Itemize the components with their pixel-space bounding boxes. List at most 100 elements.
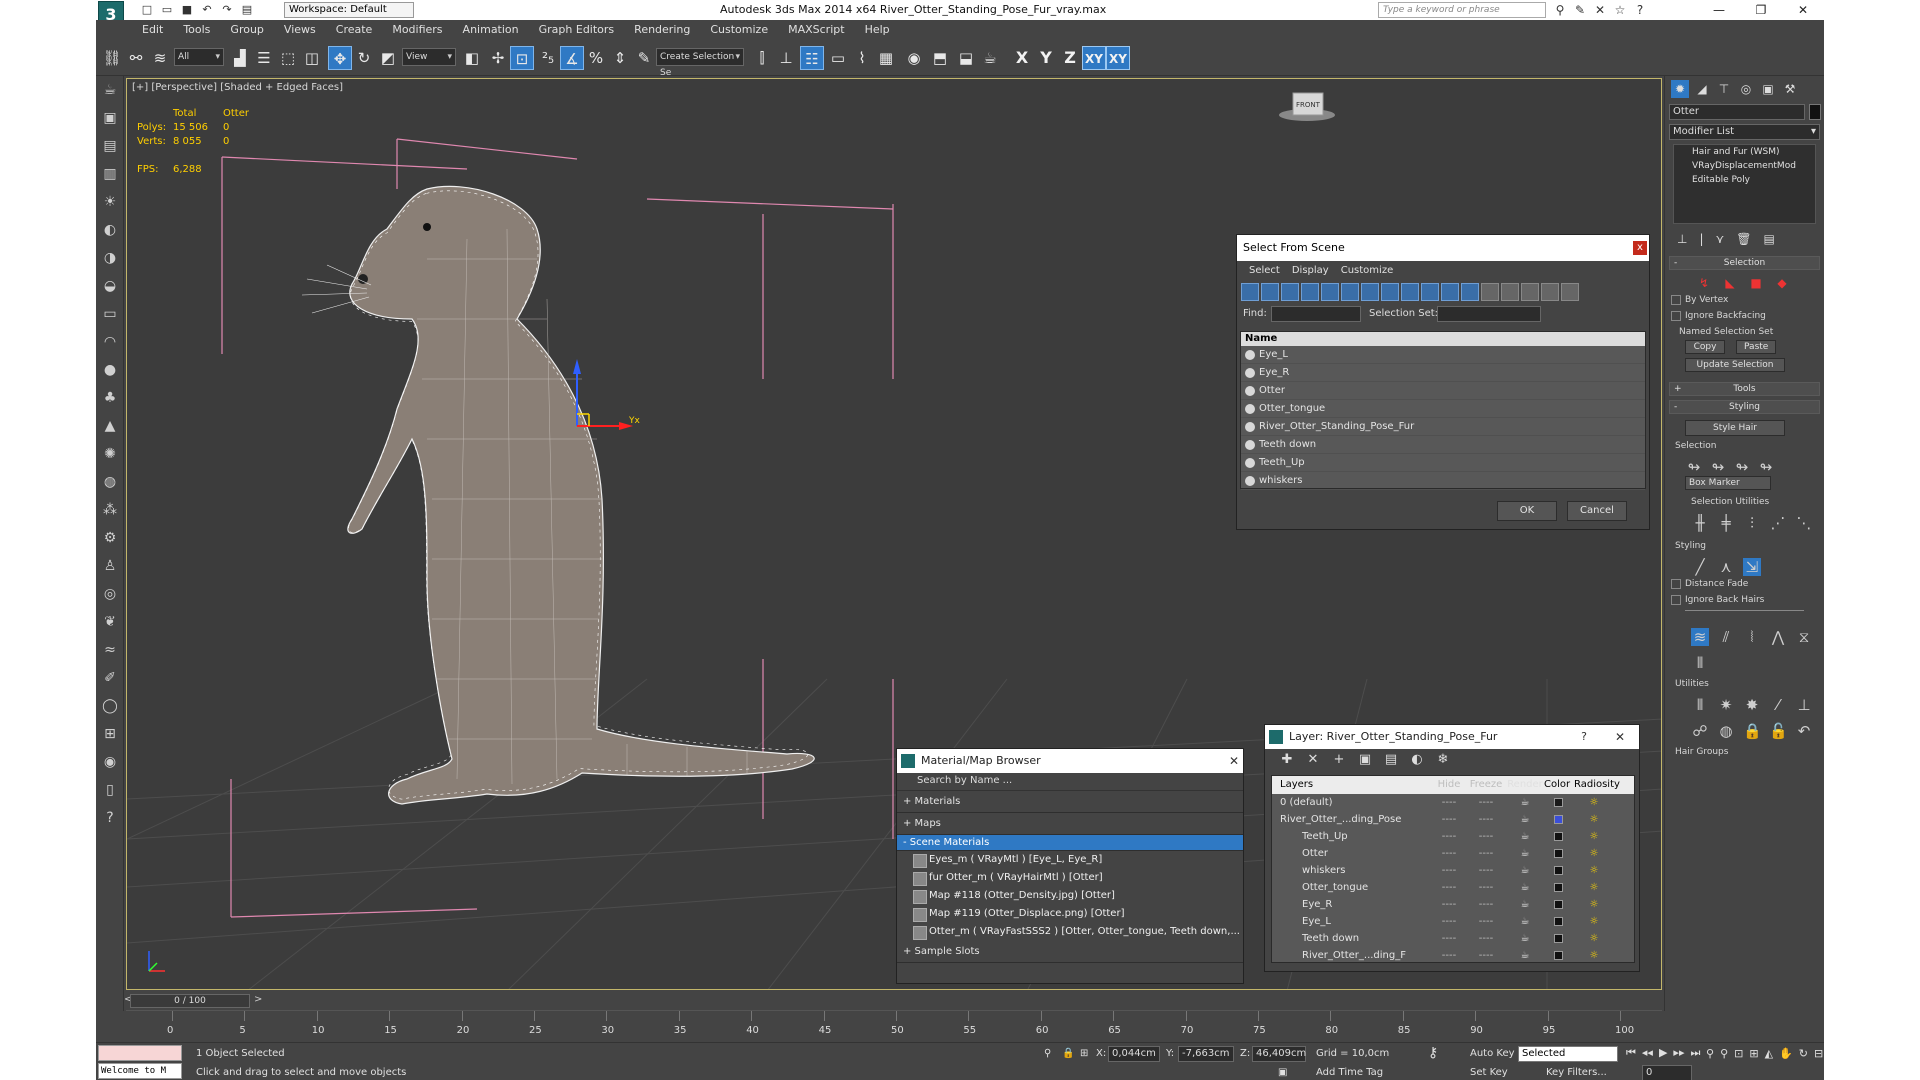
toggle-hair-icon[interactable]: ◍ [1717, 722, 1735, 740]
copy-button[interactable]: Copy [1685, 340, 1725, 354]
layer-row[interactable]: Teeth_Up ---- ---- ☕ ☼ [1272, 828, 1634, 845]
helper-icon[interactable]: ◑ [96, 244, 124, 272]
layer-render-toggle-icon[interactable]: ☕ [1506, 913, 1544, 930]
ignore-backfacing-checkbox[interactable]: Ignore Backfacing [1665, 308, 1824, 324]
render-icon[interactable]: ▣ [96, 104, 124, 132]
layer-manager-icon[interactable]: ☷ [800, 46, 824, 70]
hierarchy-tab-icon[interactable]: ⊤ [1715, 80, 1733, 98]
select-all-icon[interactable] [1481, 283, 1499, 301]
x-coordinate-field[interactable]: 0,044cm [1108, 1046, 1160, 1062]
layer-render-toggle-icon[interactable]: ☕ [1506, 879, 1544, 896]
dome-primitive-icon[interactable]: ◠ [96, 328, 124, 356]
layer-freeze-toggle[interactable]: ---- [1466, 947, 1506, 964]
make-unique-icon[interactable]: ⋎ [1716, 232, 1725, 252]
menu-animation[interactable]: Animation [453, 20, 529, 40]
select-and-manipulate-icon[interactable]: ✢ [486, 46, 510, 70]
sfs-menu-display[interactable]: Display [1286, 261, 1335, 281]
search-by-name-input[interactable]: Search by Name ... [897, 773, 1243, 791]
layer-row[interactable]: Teeth down ---- ---- ☕ ☼ [1272, 930, 1634, 947]
dynamics-icon[interactable]: ⚙ [96, 524, 124, 552]
distance-fade-checkbox[interactable]: Distance Fade [1665, 576, 1824, 592]
minimize-button[interactable]: — [1698, 0, 1740, 20]
list-item[interactable]: Teeth_Up [1241, 454, 1645, 472]
select-and-scale-icon[interactable]: ◩ [376, 46, 400, 70]
geosphere-icon[interactable]: ◍ [96, 468, 124, 496]
absolute-mode-icon[interactable]: ⊞ [1080, 1048, 1088, 1059]
select-and-move-icon[interactable]: ✥ [328, 46, 352, 70]
layer-help-button[interactable]: ? [1581, 725, 1587, 749]
render-production-icon[interactable]: ☕ [978, 46, 1002, 70]
material-item[interactable]: Eyes_m ( VRayMtl ) [Eye_L, Eye_R] [897, 851, 1243, 869]
layer-freeze-toggle[interactable]: ---- [1466, 930, 1506, 947]
box-primitive-icon[interactable]: ▭ [96, 300, 124, 328]
layer-row[interactable]: whiskers ---- ---- ☕ ☼ [1272, 862, 1634, 879]
element-selection-icon[interactable]: ◆ [1773, 274, 1791, 292]
project-folder-icon[interactable]: ▤ [240, 3, 254, 17]
go-to-start-icon[interactable]: ⏮ [1626, 1046, 1636, 1060]
menu-help[interactable]: Help [855, 20, 900, 40]
align-icon[interactable]: ⊥ [774, 46, 798, 70]
layer-freeze-toggle[interactable]: ---- [1466, 896, 1506, 913]
select-by-name-icon[interactable]: ☰ [252, 46, 276, 70]
show-end-result-icon[interactable]: | [1699, 232, 1703, 252]
column-header[interactable]: Radiosity [1574, 776, 1620, 794]
render-setup-icon[interactable]: ⬒ [928, 46, 952, 70]
filter-geometry-icon[interactable] [1241, 283, 1259, 301]
lock-icon[interactable]: 🔒 [1743, 722, 1762, 740]
layer-freeze-toggle[interactable]: ---- [1466, 828, 1506, 845]
selection-rollout-header[interactable]: - Selection [1669, 256, 1820, 270]
layer-radiosity-icon[interactable]: ☼ [1574, 794, 1614, 811]
layer-render-toggle-icon[interactable]: ☕ [1506, 947, 1544, 964]
previous-key-icon[interactable]: ◂◂ [1642, 1046, 1653, 1060]
layer-radiosity-icon[interactable]: ☼ [1574, 896, 1614, 913]
add-to-layer-icon[interactable]: + [1331, 752, 1347, 768]
scene-explorer-icon[interactable]: ▤ [96, 132, 124, 160]
layer-radiosity-icon[interactable]: ☼ [1574, 879, 1614, 896]
layer-render-toggle-icon[interactable]: ☕ [1506, 930, 1544, 947]
material-item[interactable]: Map #118 (Otter_Density.jpg) [Otter] [897, 887, 1243, 905]
create-tab-icon[interactable]: ✹ [1671, 80, 1689, 98]
orbit-icon[interactable]: ↻ [1799, 1047, 1808, 1060]
zoom-icon[interactable]: ⚲ [1706, 1047, 1714, 1060]
pop-zero-icon[interactable]: ✸ [1743, 696, 1761, 714]
layer-name[interactable]: Eye_L [1272, 913, 1432, 930]
next-frame-icon[interactable]: > [254, 994, 262, 1005]
layer-hide-toggle[interactable]: ---- [1432, 896, 1466, 913]
bind-space-warp-icon[interactable]: ≋ [148, 46, 172, 70]
ok-button[interactable]: OK [1497, 501, 1557, 521]
menu-graph-editors[interactable]: Graph Editors [529, 20, 625, 40]
select-and-rotate-icon[interactable]: ↻ [352, 46, 376, 70]
layer-color-swatch[interactable] [1544, 913, 1574, 930]
y-coordinate-field[interactable]: -7,663cm [1178, 1046, 1234, 1062]
new-file-icon[interactable]: □ [140, 3, 154, 17]
create-layer-icon[interactable]: ✚ [1279, 752, 1295, 768]
layer-radiosity-icon[interactable]: ☼ [1574, 828, 1614, 845]
layers-panel-icon[interactable]: ▥ [96, 160, 124, 188]
key-mode-dropdown[interactable]: Selected [1518, 1046, 1618, 1062]
maximize-button[interactable]: ❐ [1740, 0, 1782, 20]
maxscript-listener-input[interactable] [98, 1045, 182, 1061]
time-tag-icon[interactable]: ▣ [1278, 1067, 1287, 1078]
by-vertex-checkbox[interactable]: By Vertex [1665, 292, 1824, 308]
layer-radiosity-icon[interactable]: ☼ [1574, 811, 1614, 828]
polygon-selection-icon[interactable]: ■ [1747, 274, 1765, 292]
redo-icon[interactable]: ↷ [220, 3, 234, 17]
layer-row[interactable]: River_Otter_...ding_Pose ---- ---- ☕ ☼ [1272, 811, 1634, 828]
display-options-icon[interactable] [1561, 283, 1579, 301]
menu-views[interactable]: Views [274, 20, 326, 40]
restrict-xy-button[interactable]: XY [1082, 46, 1106, 70]
layer-render-toggle-icon[interactable]: ☕ [1506, 828, 1544, 845]
angle-snap-icon[interactable]: ∡ [560, 46, 584, 70]
isolate-icon[interactable]: ⚲ [1044, 1048, 1051, 1059]
menu-edit[interactable]: Edit [132, 20, 173, 40]
ignore-back-hairs-checkbox[interactable]: Ignore Back Hairs [1665, 592, 1824, 608]
plant-icon[interactable]: ♣ [96, 384, 124, 412]
translate-hair-icon[interactable]: ≋ [1691, 628, 1709, 646]
teapot-icon[interactable]: ☕ [96, 76, 124, 104]
list-item[interactable]: River_Otter_Standing_Pose_Fur [1241, 418, 1645, 436]
snaps-toggle-icon[interactable]: ²₅ [536, 46, 560, 70]
layer-name[interactable]: Teeth down [1272, 930, 1432, 947]
layer-freeze-toggle[interactable]: ---- [1466, 811, 1506, 828]
layer-color-swatch[interactable] [1544, 879, 1574, 896]
camera-icon[interactable]: ◐ [96, 216, 124, 244]
